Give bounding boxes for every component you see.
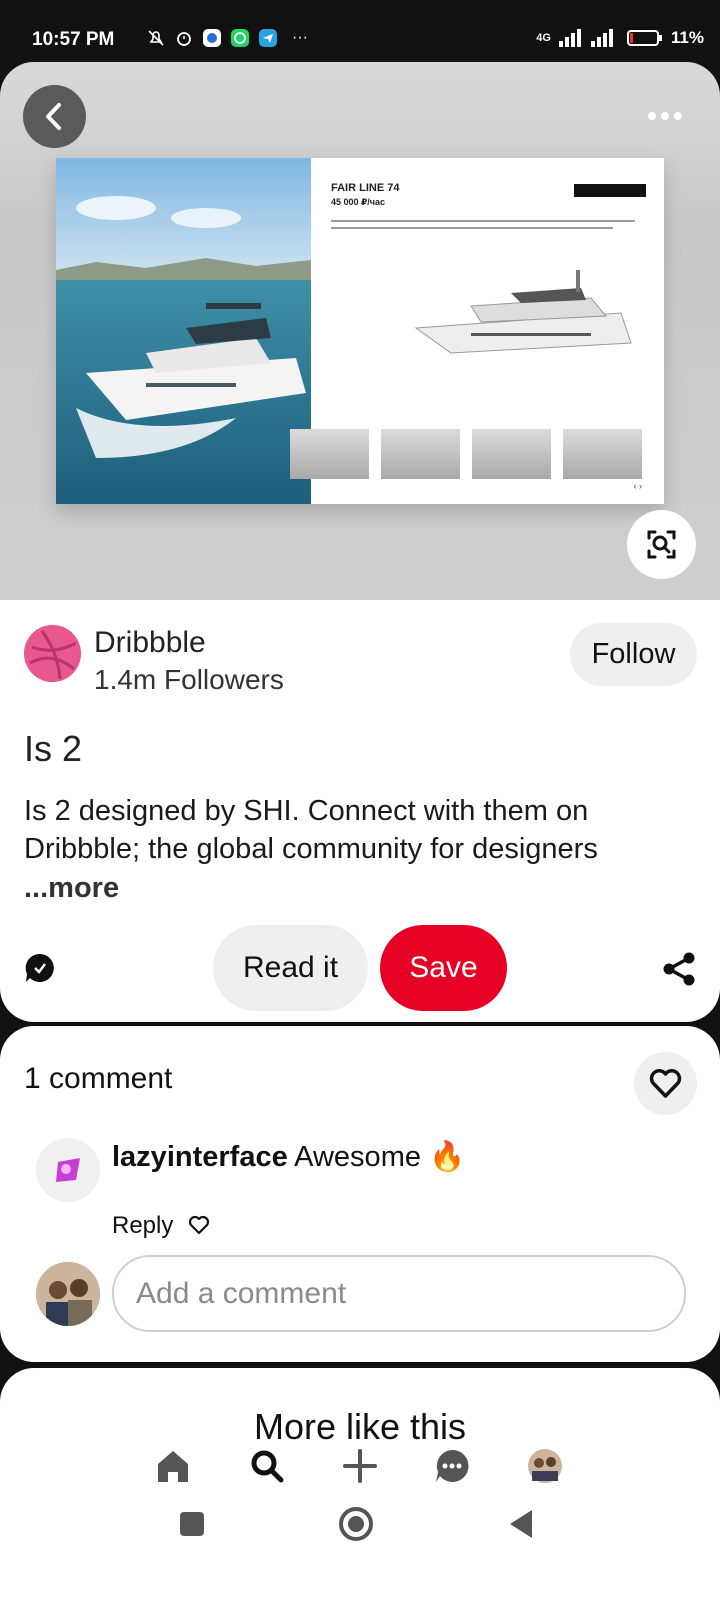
yacht-scene [56, 158, 311, 504]
network-type: 4G [536, 32, 551, 44]
profile-name[interactable]: Dribbble [94, 626, 206, 660]
comment-body: Awesome 🔥 [294, 1141, 466, 1173]
notification-icons: ··· [146, 28, 308, 48]
reply-button[interactable]: Reply [112, 1212, 173, 1240]
back-button[interactable] [23, 85, 86, 148]
comment-icon [25, 953, 54, 982]
pin-description: Is 2 designed by SHI. Connect with them … [24, 795, 598, 865]
thumbnail [290, 429, 369, 479]
dribbble-logo-icon [24, 625, 81, 682]
system-navigation [0, 1502, 720, 1562]
home-system-icon[interactable] [338, 1506, 374, 1542]
telegram-icon [259, 29, 277, 47]
more-dot [674, 112, 682, 120]
share-icon [663, 952, 695, 986]
text-line [331, 220, 635, 222]
follow-button[interactable]: Follow [570, 623, 697, 686]
pin-info-card: Dribbble 1.4m Followers Follow Is 2 Is 2… [0, 600, 720, 1022]
profile-avatar-icon[interactable] [525, 1446, 565, 1486]
add-comment-input[interactable] [112, 1255, 686, 1332]
avatar-photo-icon [36, 1262, 100, 1326]
signal-icon [558, 29, 613, 47]
read-more-link[interactable]: ...more [24, 872, 119, 905]
whatsapp-icon [231, 29, 249, 47]
messages-icon[interactable] [432, 1446, 472, 1486]
mockup-text-lines [331, 220, 651, 234]
thumbnail [381, 429, 460, 479]
mockup-arrows: ‹ › [633, 481, 643, 491]
save-button[interactable]: Save [380, 925, 507, 1011]
mockup-title: FAIR LINE 74 [331, 182, 400, 194]
muted-bell-icon [148, 30, 164, 46]
dribbble-avatar[interactable] [24, 625, 81, 682]
bottom-navigation [0, 1428, 720, 1488]
search-icon[interactable] [247, 1446, 287, 1486]
commenter-avatar[interactable] [36, 1138, 100, 1202]
more-dots-icon [648, 112, 656, 120]
yacht-illustration [414, 270, 632, 354]
profile-followers: 1.4m Followers [94, 664, 284, 695]
more-dot [661, 112, 669, 120]
status-bar: 10:57 PM ··· 4G 11% [0, 0, 720, 62]
comment-like-heart-icon[interactable] [187, 1213, 211, 1237]
comment-text: lazyinterface Awesome 🔥 [112, 1140, 465, 1174]
back-arrow-icon [46, 103, 61, 130]
thumbnail [563, 429, 642, 479]
battery-icon [626, 30, 662, 46]
mockup-cta [574, 184, 646, 197]
my-avatar [36, 1262, 100, 1326]
pin-image-area[interactable]: FAIR LINE 74 45 000 ₽/час ‹ › [0, 62, 720, 602]
heart-icon [649, 1069, 682, 1098]
read-it-button[interactable]: Read it [213, 925, 368, 1011]
phone-app-icon [203, 29, 221, 47]
commenter-logo-icon [56, 1158, 80, 1182]
alarm-icon [177, 32, 191, 46]
thumbnail [472, 429, 551, 479]
more-like-this-section: More like this [0, 1368, 720, 1600]
comments-card: 1 comment lazyinterface Awesome 🔥 Reply [0, 1026, 720, 1362]
mockup-price: 45 000 ₽/час [331, 197, 386, 207]
react-button[interactable] [634, 1052, 697, 1115]
visual-search-button[interactable] [627, 510, 696, 579]
back-system-icon[interactable] [506, 1508, 536, 1540]
more-notifications-icon: ··· [292, 29, 308, 46]
text-line [331, 227, 613, 229]
comment-button[interactable] [24, 952, 56, 984]
comment-username[interactable]: lazyinterface [112, 1141, 288, 1173]
comment-count: 1 comment [24, 1062, 173, 1095]
plus-icon[interactable] [340, 1446, 380, 1486]
visual-search-icon [647, 530, 676, 559]
yacht-photo [56, 158, 311, 504]
status-right: 4G 11% [536, 28, 704, 48]
more-options-button[interactable] [648, 112, 682, 120]
status-time: 10:57 PM [32, 29, 115, 50]
pin-title: Is 2 [24, 728, 83, 769]
thumbnail-strip [290, 429, 642, 479]
pin-image[interactable]: FAIR LINE 74 45 000 ₽/час ‹ › [56, 158, 664, 504]
battery-level: 11% [670, 28, 704, 47]
recent-apps-icon[interactable] [178, 1510, 206, 1538]
home-icon[interactable] [153, 1446, 193, 1486]
share-button[interactable] [660, 950, 698, 988]
